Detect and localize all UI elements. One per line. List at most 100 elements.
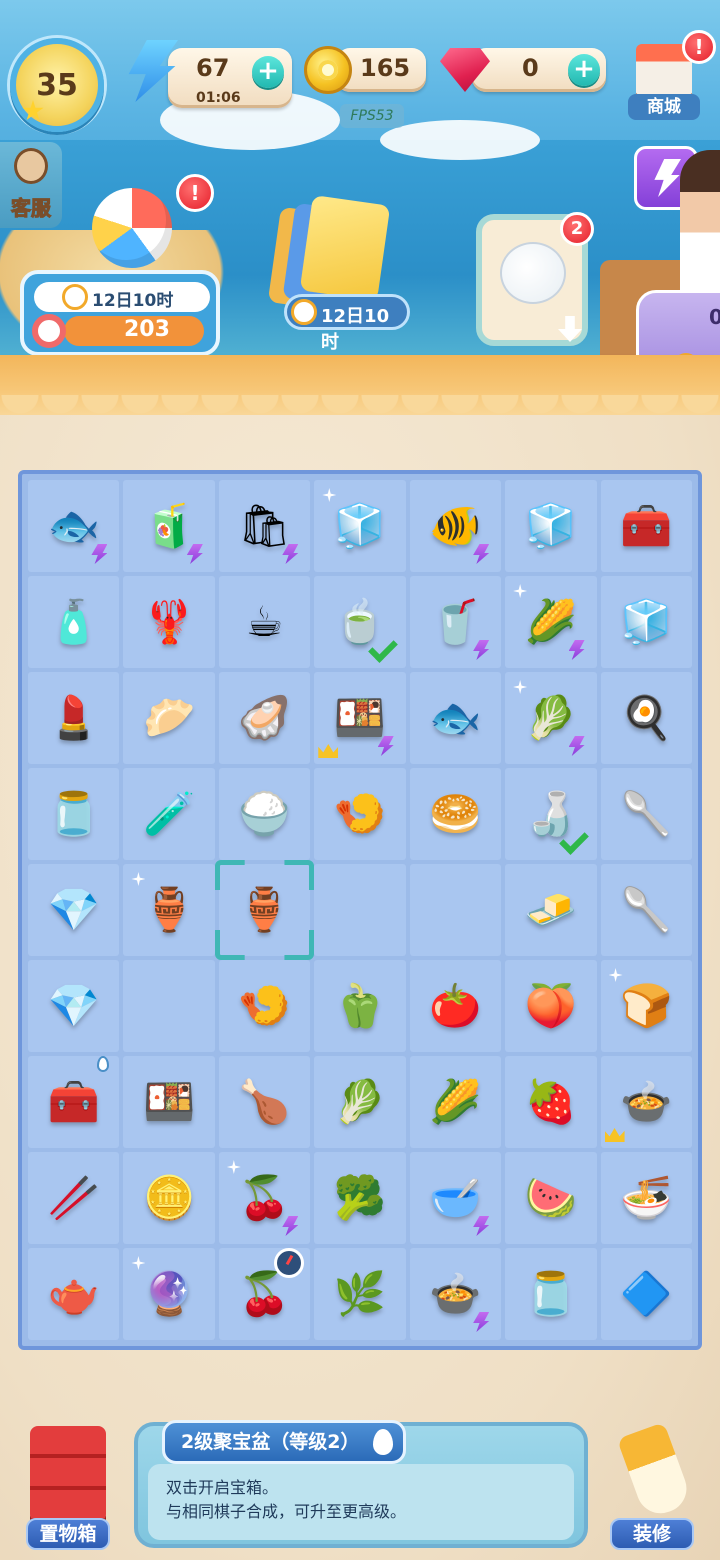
board-cell[interactable]: 🧊 bbox=[314, 480, 406, 572]
info-title: 2级聚宝盆（等级2） bbox=[162, 1420, 407, 1464]
customer-service-label: 客服 bbox=[11, 196, 52, 221]
storage-box-button[interactable]: 置物箱 bbox=[18, 1412, 118, 1552]
energy-plus-button[interactable]: + bbox=[252, 56, 284, 88]
level-badge[interactable]: 35 bbox=[10, 38, 104, 132]
board-cell[interactable]: 🌽 bbox=[505, 576, 597, 668]
board-cell[interactable]: 🦞 bbox=[123, 576, 215, 668]
flower-icon bbox=[318, 60, 338, 80]
serum-bottle-icon: 🧪 bbox=[142, 789, 196, 838]
board-cell[interactable]: 🐠 bbox=[409, 480, 502, 572]
peach-icon: 🍑 bbox=[524, 981, 577, 1030]
board-cell[interactable]: 🥬 bbox=[314, 1056, 406, 1148]
board-cell[interactable]: 🥦 bbox=[314, 1152, 406, 1244]
info-title-text: 2级聚宝盆（等级2） bbox=[181, 1431, 360, 1453]
treasure-pot-icon: 🏺 bbox=[238, 885, 291, 934]
gem-value: 0 bbox=[522, 54, 539, 82]
board-cell[interactable]: 🥣 bbox=[409, 1152, 502, 1244]
board-cell[interactable]: 🍲 bbox=[600, 1056, 692, 1148]
board-cell[interactable]: 🫙 bbox=[28, 768, 120, 860]
customer-service-button[interactable]: 客服 bbox=[0, 142, 62, 228]
board-cell[interactable]: 🪙 bbox=[123, 1152, 215, 1244]
board-cell[interactable]: 🥄 bbox=[600, 864, 692, 956]
board-cell[interactable]: 🧪 bbox=[123, 768, 215, 860]
chef-character bbox=[680, 150, 720, 300]
board-cell-empty[interactable] bbox=[123, 960, 215, 1052]
board-cell[interactable]: 🍒 bbox=[218, 1248, 311, 1340]
info-body: 双击开启宝箱。 与相同棋子合成，可升至更高级。 bbox=[148, 1464, 574, 1540]
strawberry-icon: 🍓 bbox=[524, 1077, 577, 1126]
board-cell[interactable]: 🍱 bbox=[314, 672, 406, 764]
board-cell[interactable]: 🥟 bbox=[123, 672, 215, 764]
board-cell[interactable]: 🥤 bbox=[409, 576, 502, 668]
board-cell[interactable]: 🍵 bbox=[314, 576, 406, 668]
tomato-icon: 🍅 bbox=[429, 981, 482, 1030]
info-hint-icon[interactable] bbox=[373, 1429, 394, 1455]
board-cell-empty[interactable] bbox=[409, 864, 502, 956]
corn-soup-icon: 🍲 bbox=[620, 1077, 673, 1126]
board-cell[interactable]: 🐟 bbox=[409, 672, 502, 764]
lobster-plate-icon: 🦞 bbox=[142, 597, 196, 646]
board-cell[interactable]: 🫑 bbox=[314, 960, 406, 1052]
board-cell[interactable]: 💎 bbox=[28, 864, 120, 956]
shop-label: 商城 bbox=[628, 94, 700, 120]
board-cell[interactable]: 🐟 bbox=[28, 480, 120, 572]
board-cell[interactable]: 🍲 bbox=[409, 1248, 502, 1340]
board-cell[interactable]: 🔷 bbox=[600, 1248, 692, 1340]
board-cell[interactable]: 🏺 bbox=[123, 864, 215, 956]
board-cell[interactable]: 🔮 bbox=[123, 1248, 215, 1340]
side-task-value: 0 bbox=[709, 305, 720, 329]
board-cell[interactable]: 🧊 bbox=[600, 576, 692, 668]
board-cell[interactable]: 🧊 bbox=[505, 480, 597, 572]
hint-drop-icon bbox=[97, 1056, 110, 1072]
board-cell[interactable]: 🥬 bbox=[505, 672, 597, 764]
ticket-event[interactable]: 12日10时 bbox=[270, 195, 420, 353]
board-cell[interactable]: 🍞 bbox=[600, 960, 692, 1052]
board-cell[interactable]: 💄 bbox=[28, 672, 120, 764]
noodle-bowl-icon: 🍜 bbox=[620, 1173, 673, 1222]
board-cell[interactable]: 🍑 bbox=[505, 960, 597, 1052]
board-cell[interactable]: ☕ bbox=[218, 576, 311, 668]
beach-ball-alert-badge: ! bbox=[176, 174, 214, 212]
teapot-count-badge: 2 bbox=[560, 212, 594, 246]
board-cell[interactable]: 🌽 bbox=[409, 1056, 502, 1148]
board-cell[interactable]: 🍅 bbox=[409, 960, 502, 1052]
board-cell[interactable]: 🧰 bbox=[28, 1056, 120, 1148]
board-cell[interactable]: 💎 bbox=[28, 960, 120, 1052]
board-cell[interactable]: 🍱 bbox=[123, 1056, 215, 1148]
board-cell[interactable]: 🧴 bbox=[28, 576, 120, 668]
board-cell[interactable]: 🫙 bbox=[505, 1248, 597, 1340]
board-cell[interactable]: 🫖 bbox=[28, 1248, 120, 1340]
board-cell[interactable]: 🍗 bbox=[218, 1056, 311, 1148]
board-cell[interactable]: 🛍 bbox=[218, 480, 311, 572]
board-cell[interactable]: 🧈 bbox=[505, 864, 597, 956]
board-cell[interactable]: 🍜 bbox=[600, 1152, 692, 1244]
decorate-button[interactable]: 装修 bbox=[600, 1418, 704, 1552]
board-cell[interactable]: 🏺 bbox=[218, 864, 311, 956]
board-cell[interactable]: 🧰 bbox=[600, 480, 692, 572]
board-cell[interactable]: 🍉 bbox=[505, 1152, 597, 1244]
board-cell[interactable]: 🦪 bbox=[218, 672, 311, 764]
board-cell[interactable]: 🍤 bbox=[218, 960, 311, 1052]
cloud bbox=[380, 120, 540, 160]
board-cell[interactable]: 🥄 bbox=[600, 768, 692, 860]
board-cell[interactable]: 🍒 bbox=[218, 1152, 311, 1244]
board-cell[interactable]: 🌿 bbox=[314, 1248, 406, 1340]
board-cell[interactable]: 🍶 bbox=[505, 768, 597, 860]
coins-icon: 🪙 bbox=[142, 1173, 196, 1222]
fps-counter: FPS53 bbox=[340, 104, 404, 128]
board-cell[interactable]: 🍓 bbox=[505, 1056, 597, 1148]
swim-ring-icon bbox=[32, 314, 66, 348]
board-cell[interactable]: 🍚 bbox=[218, 768, 311, 860]
gem-plus-button[interactable]: + bbox=[568, 54, 600, 86]
compact-icon: 💄 bbox=[47, 693, 100, 742]
board-cell[interactable]: 🥢 bbox=[28, 1152, 120, 1244]
toast-icon: 🍞 bbox=[620, 981, 673, 1030]
board-cell[interactable]: 🍤 bbox=[314, 768, 406, 860]
board-cell[interactable]: 🥯 bbox=[409, 768, 502, 860]
ice-bowl-icon: 🧊 bbox=[524, 501, 577, 550]
board-cell[interactable]: 🍳 bbox=[600, 672, 692, 764]
board-cell-empty[interactable] bbox=[314, 864, 406, 956]
board-cell[interactable]: 🧃 bbox=[123, 480, 215, 572]
beach-ball-event[interactable]: 12日10时 203 bbox=[20, 188, 220, 356]
cream-jar-icon: 🫙 bbox=[47, 789, 100, 838]
